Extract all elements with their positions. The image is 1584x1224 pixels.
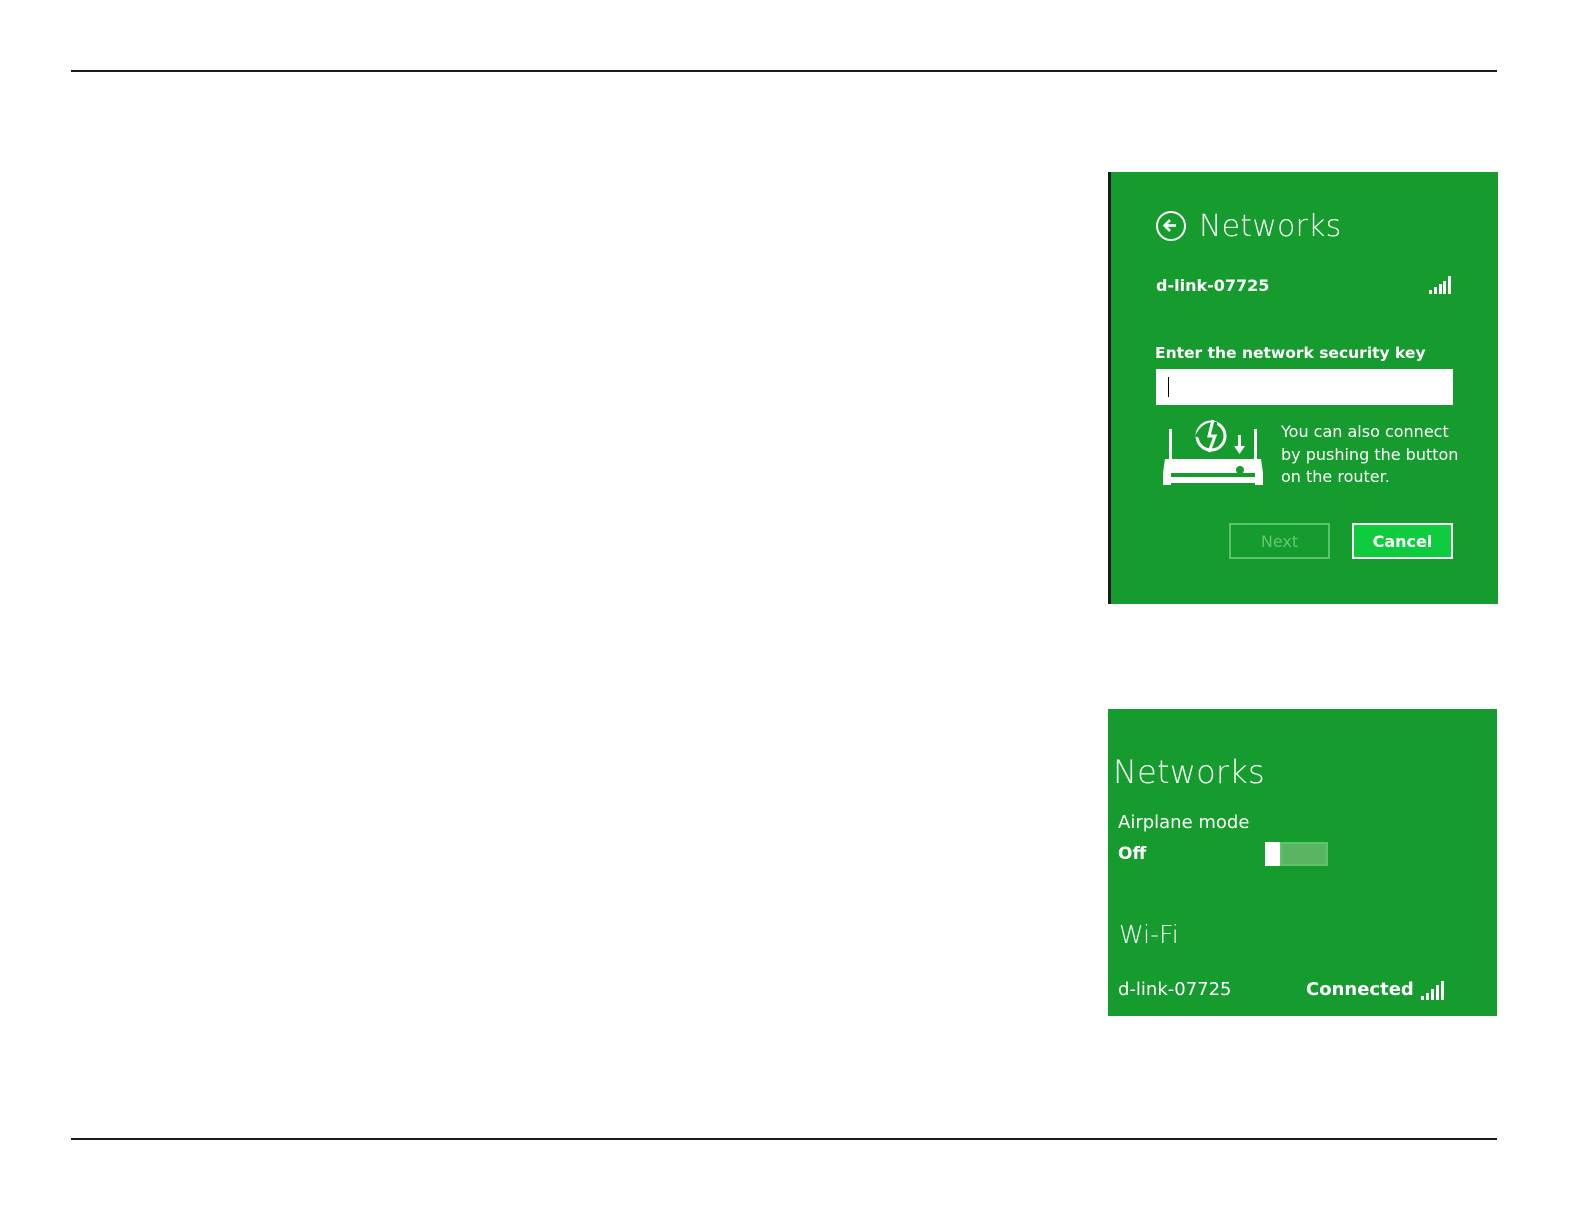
wifi-network-name[interactable]: d-link-07725: [1118, 979, 1232, 1000]
signal-strength-icon: [1429, 276, 1451, 294]
wps-router-icon: [1163, 419, 1263, 485]
next-button[interactable]: Next: [1229, 523, 1330, 559]
network-connect-flyout: Networks d-link-07725 Enter the network …: [1108, 172, 1498, 604]
security-key-label: Enter the network security key: [1155, 344, 1426, 362]
network-name: d-link-07725: [1156, 276, 1270, 295]
flyout-title: Networks: [1113, 753, 1265, 791]
flyout-title: Networks: [1199, 209, 1342, 244]
security-key-input[interactable]: [1156, 369, 1453, 405]
text-cursor: [1168, 377, 1169, 397]
footer-rule: [71, 1138, 1497, 1140]
network-status-flyout: Networks Airplane mode Off Wi-Fi d-link-…: [1108, 709, 1497, 1016]
airplane-mode-label: Airplane mode: [1118, 812, 1250, 833]
wifi-heading: Wi-Fi: [1119, 920, 1179, 949]
connection-status: Connected: [1306, 979, 1414, 1000]
wps-hint: You can also connect by pushing the butt…: [1281, 422, 1459, 486]
back-arrow-icon[interactable]: [1156, 211, 1186, 241]
airplane-mode-state: Off: [1118, 844, 1147, 864]
header-rule: [71, 70, 1497, 72]
cancel-button[interactable]: Cancel: [1352, 523, 1453, 559]
toggle-thumb[interactable]: [1265, 842, 1280, 866]
airplane-mode-toggle[interactable]: [1280, 842, 1328, 866]
signal-strength-icon: [1421, 981, 1445, 1000]
